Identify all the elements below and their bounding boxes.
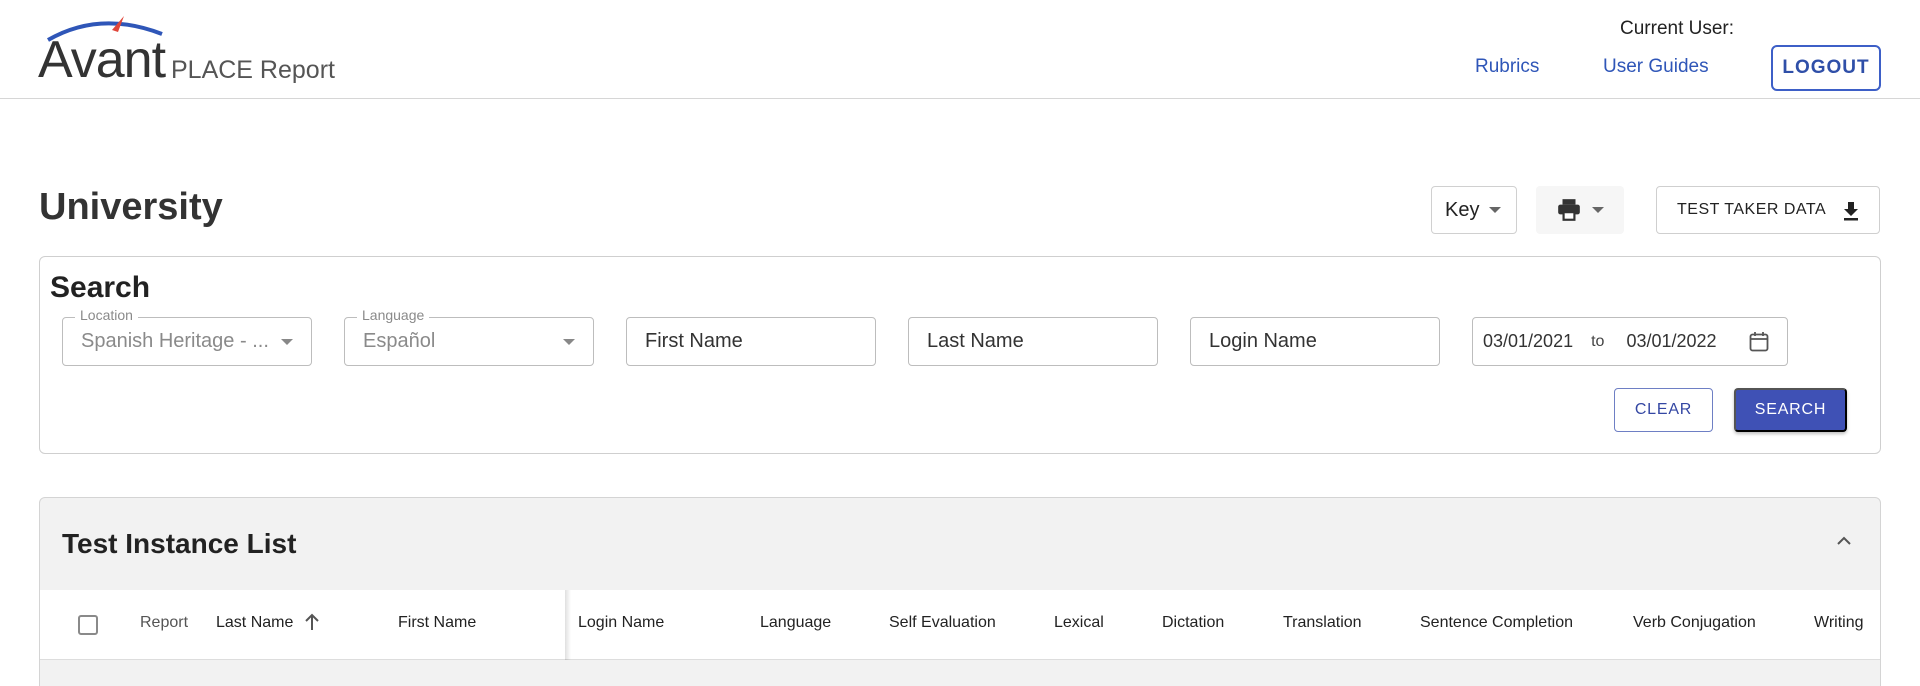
- chevron-up-icon[interactable]: [1836, 536, 1852, 546]
- test-taker-data-button[interactable]: TEST TAKER DATA: [1656, 186, 1880, 234]
- caret-down-icon: [1592, 207, 1604, 213]
- language-select[interactable]: Language Español: [344, 307, 594, 366]
- logo-word: Avant: [38, 31, 166, 89]
- caret-down-icon: [281, 339, 293, 345]
- logo-subtitle: PLACE Report: [171, 56, 335, 84]
- location-select[interactable]: Location Spanish Heritage - ...: [62, 307, 312, 366]
- test-taker-data-label: TEST TAKER DATA: [1677, 201, 1827, 218]
- print-menu-button[interactable]: [1536, 186, 1624, 234]
- current-user-label: Current User:: [1620, 18, 1735, 39]
- date-range-picker[interactable]: 03/01/2021 to 03/01/2022: [1472, 317, 1788, 366]
- caret-down-icon: [1489, 207, 1502, 213]
- language-label: Language: [357, 307, 430, 323]
- page-title: University: [39, 186, 223, 228]
- column-header-sentence-completion[interactable]: Sentence Completion: [1420, 614, 1573, 632]
- table-header-row: Report Last Name First Name Login Name L…: [40, 590, 1880, 660]
- search-title: Search: [50, 271, 151, 304]
- printer-icon: [1558, 199, 1580, 221]
- first-name-placeholder: First Name: [645, 330, 743, 352]
- login-name-input[interactable]: Login Name: [1190, 317, 1440, 366]
- column-header-writing[interactable]: Writing: [1814, 614, 1864, 632]
- date-from-value[interactable]: 03/01/2021: [1483, 331, 1573, 352]
- list-title: Test Instance List: [62, 528, 297, 559]
- column-header-language[interactable]: Language: [760, 614, 831, 632]
- column-header-translation[interactable]: Translation: [1283, 614, 1362, 632]
- location-value: Spanish Heritage - ...: [81, 330, 269, 352]
- column-header-verb-conjugation[interactable]: Verb Conjugation: [1633, 614, 1756, 632]
- last-name-input[interactable]: Last Name: [908, 317, 1158, 366]
- select-all-checkbox[interactable]: [78, 615, 98, 635]
- date-to-label: to: [1591, 332, 1605, 350]
- location-label: Location: [75, 307, 138, 323]
- caret-down-icon: [563, 339, 575, 345]
- download-icon: [1844, 202, 1858, 221]
- user-guides-link[interactable]: User Guides: [1603, 56, 1709, 78]
- column-header-self-evaluation[interactable]: Self Evaluation: [889, 614, 996, 632]
- arrow-up-icon[interactable]: [303, 612, 321, 632]
- column-header-report: Report: [140, 614, 189, 631]
- logout-button[interactable]: LOGOUT: [1771, 45, 1881, 91]
- column-header-dictation[interactable]: Dictation: [1162, 614, 1224, 632]
- pinned-column-divider: [565, 590, 571, 660]
- login-name-placeholder: Login Name: [1209, 330, 1317, 352]
- search-panel: Search Location Spanish Heritage - ... L…: [39, 256, 1881, 454]
- language-value: Español: [363, 330, 436, 352]
- column-header-login-name[interactable]: Login Name: [578, 614, 664, 632]
- column-header-last-name[interactable]: Last Name: [216, 614, 293, 632]
- calendar-icon[interactable]: [1749, 331, 1769, 353]
- test-instance-list-panel: Test Instance List Report Last Name Firs…: [39, 497, 1881, 686]
- column-header-first-name[interactable]: First Name: [398, 614, 476, 632]
- date-to-value[interactable]: 03/01/2022: [1626, 331, 1716, 352]
- app-header: Avant PLACE Report Current User: Rubrics…: [0, 0, 1920, 99]
- rubrics-link[interactable]: Rubrics: [1475, 56, 1539, 78]
- key-dropdown[interactable]: Key: [1431, 186, 1517, 234]
- search-button[interactable]: SEARCH: [1734, 388, 1847, 432]
- last-name-placeholder: Last Name: [927, 330, 1024, 352]
- first-name-input[interactable]: First Name: [626, 317, 876, 366]
- clear-button[interactable]: CLEAR: [1614, 388, 1713, 432]
- key-dropdown-label: Key: [1445, 198, 1480, 221]
- column-header-lexical[interactable]: Lexical: [1054, 614, 1104, 632]
